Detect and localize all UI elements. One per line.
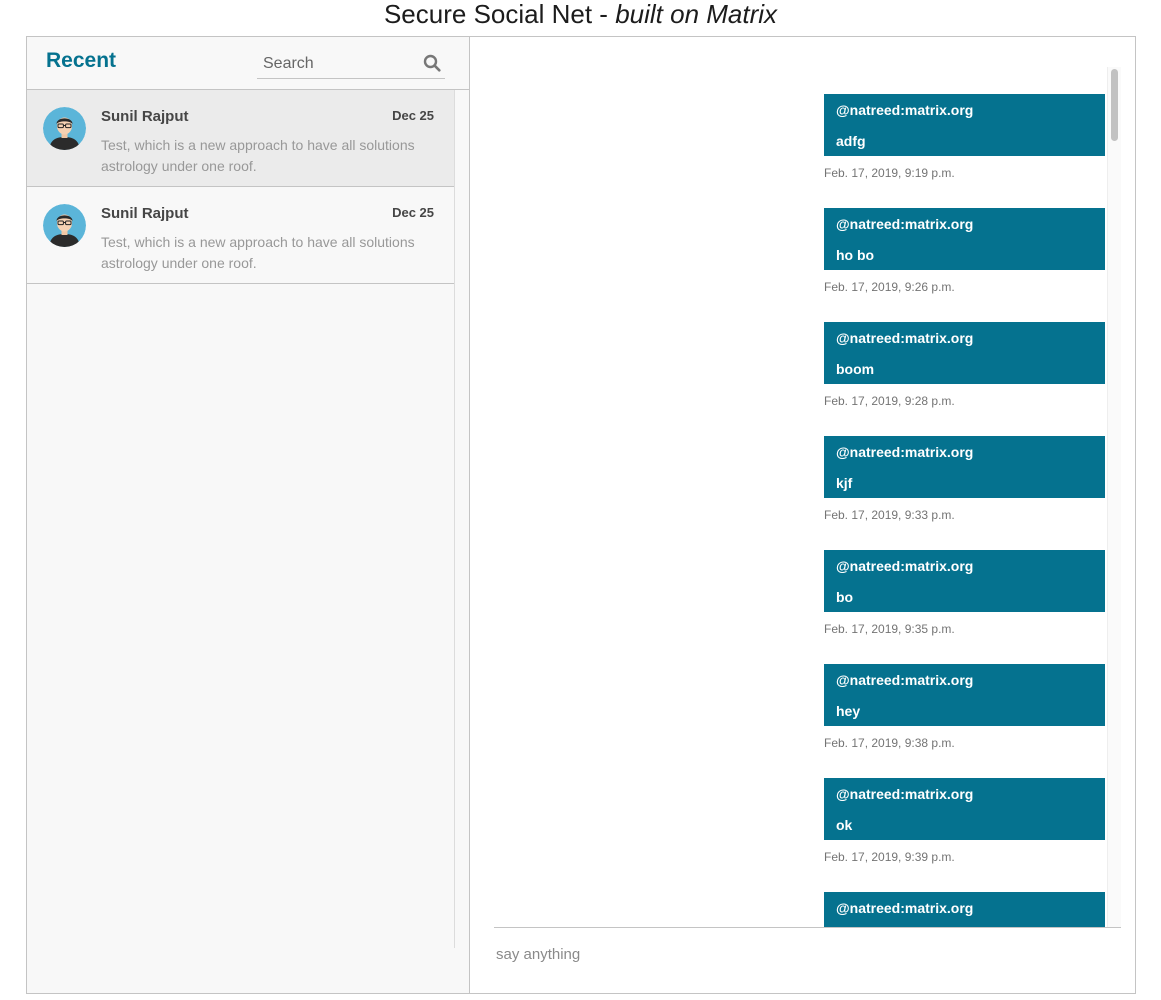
search-icon xyxy=(423,54,441,72)
outgoing-message: @natreed:matrix.org kjf Feb. 17, 2019, 9… xyxy=(824,436,1105,522)
outgoing-message: @natreed:matrix.org adfg Feb. 17, 2019, … xyxy=(824,94,1105,180)
message-text: ok xyxy=(836,817,853,833)
message-sender: @natreed:matrix.org xyxy=(836,444,974,460)
search-bar xyxy=(257,49,445,79)
message-bubble: @natreed:matrix.org kjf xyxy=(824,436,1105,498)
message-bubble: @natreed:matrix.org ho bo xyxy=(824,208,1105,270)
message-sender: @natreed:matrix.org xyxy=(836,900,974,916)
message-history[interactable]: @natreed:matrix.org adfg Feb. 17, 2019, … xyxy=(494,67,1121,927)
message-text: boom xyxy=(836,361,875,377)
message-text: adfg xyxy=(836,133,866,149)
outgoing-message: @natreed:matrix.org ok Feb. 17, 2019, 9:… xyxy=(824,778,1105,864)
message-bubble: @natreed:matrix.org boom xyxy=(824,322,1105,384)
message-time: Feb. 17, 2019, 9:28 p.m. xyxy=(824,394,955,408)
chat-date: Dec 25 xyxy=(392,205,434,220)
chat-preview: Test, which is a new approach to have al… xyxy=(101,137,415,174)
message-input[interactable] xyxy=(496,942,1096,966)
message-text: bo xyxy=(836,589,854,605)
outgoing-message: @natreed:matrix.org xyxy=(824,892,1105,927)
message-text: ho bo xyxy=(836,247,875,263)
page-title-main: Secure Social Net - xyxy=(383,0,616,29)
message-sender: @natreed:matrix.org xyxy=(836,102,974,118)
message-composer xyxy=(494,927,1121,993)
page-title: Secure Social Net - built on Matrix xyxy=(0,0,1161,30)
outgoing-message: @natreed:matrix.org ho bo Feb. 17, 2019,… xyxy=(824,208,1105,294)
message-bubble: @natreed:matrix.org bo xyxy=(824,550,1105,612)
outgoing-message: @natreed:matrix.org bo Feb. 17, 2019, 9:… xyxy=(824,550,1105,636)
outgoing-message: @natreed:matrix.org boom Feb. 17, 2019, … xyxy=(824,322,1105,408)
message-time: Feb. 17, 2019, 9:33 p.m. xyxy=(824,508,955,522)
user-avatar-icon xyxy=(43,204,86,247)
message-bubble: @natreed:matrix.org adfg xyxy=(824,94,1105,156)
chat-date: Dec 25 xyxy=(392,108,434,123)
search-input[interactable] xyxy=(257,54,417,73)
chat-preview: Test, which is a new approach to have al… xyxy=(101,234,415,271)
inbox-panel: Recent Search Sunil Rajput Dec 25 Test, … xyxy=(27,37,470,993)
outgoing-message: @natreed:matrix.org hey Feb. 17, 2019, 9… xyxy=(824,664,1105,750)
chat-list-item[interactable]: Sunil Rajput Dec 25 Test, which is a new… xyxy=(27,90,454,187)
avatar xyxy=(43,204,86,247)
message-time: Feb. 17, 2019, 9:35 p.m. xyxy=(824,622,955,636)
message-scrollbar[interactable] xyxy=(1107,67,1121,927)
message-time: Feb. 17, 2019, 9:19 p.m. xyxy=(824,166,955,180)
page-title-subtitle: built on Matrix xyxy=(615,0,778,29)
messages-panel: @natreed:matrix.org adfg Feb. 17, 2019, … xyxy=(470,37,1135,993)
avatar xyxy=(43,107,86,150)
chat-name: Sunil Rajput xyxy=(101,205,189,222)
message-time: Feb. 17, 2019, 9:38 p.m. xyxy=(824,736,955,750)
message-text: kjf xyxy=(836,475,853,491)
chat-list: Sunil Rajput Dec 25 Test, which is a new… xyxy=(27,90,455,948)
message-sender: @natreed:matrix.org xyxy=(836,672,974,688)
message-sender: @natreed:matrix.org xyxy=(836,330,974,346)
message-sender: @natreed:matrix.org xyxy=(836,216,974,232)
inbox-header: Recent xyxy=(27,37,469,90)
message-sender: @natreed:matrix.org xyxy=(836,786,974,802)
messaging-app: Recent Search Sunil Rajput Dec 25 Test, … xyxy=(26,36,1136,994)
message-bubble: @natreed:matrix.org hey xyxy=(824,664,1105,726)
message-time: Feb. 17, 2019, 9:39 p.m. xyxy=(824,850,955,864)
message-bubble: @natreed:matrix.org ok xyxy=(824,778,1105,840)
scrollbar-thumb[interactable] xyxy=(1111,69,1118,141)
recent-heading: Recent xyxy=(46,49,117,72)
user-avatar-icon xyxy=(43,107,86,150)
chat-name: Sunil Rajput xyxy=(101,108,189,125)
message-text: hey xyxy=(836,703,861,719)
message-time: Feb. 17, 2019, 9:26 p.m. xyxy=(824,280,955,294)
chat-list-item[interactable]: Sunil Rajput Dec 25 Test, which is a new… xyxy=(27,187,454,284)
search-button[interactable] xyxy=(421,53,443,75)
message-bubble: @natreed:matrix.org xyxy=(824,892,1105,927)
message-sender: @natreed:matrix.org xyxy=(836,558,974,574)
